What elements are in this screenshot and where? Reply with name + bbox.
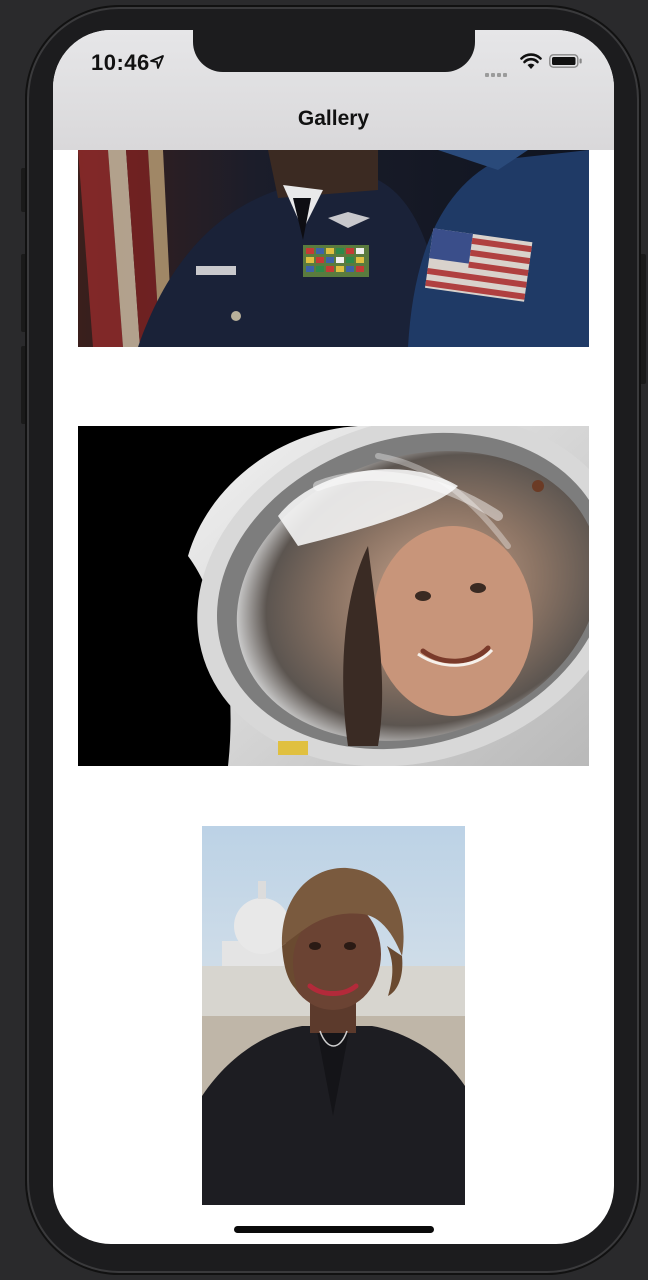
page-title: Gallery	[297, 107, 370, 130]
side-button	[638, 254, 646, 384]
phone-screen: 10:46 Gallery	[53, 30, 614, 1244]
location-arrow-icon	[150, 55, 164, 69]
gallery-photo-2[interactable]	[78, 426, 589, 766]
signal-dots-icon	[485, 64, 509, 82]
home-indicator[interactable]	[234, 1226, 434, 1233]
status-time: 10:46	[91, 50, 150, 75]
wifi-icon	[520, 53, 542, 69]
battery-icon	[549, 54, 582, 68]
navigation-bar: 10:46 Gallery	[53, 30, 614, 150]
gallery-photo-1[interactable]	[78, 150, 589, 347]
notch	[193, 30, 475, 72]
gallery-photo-3[interactable]	[202, 826, 465, 1205]
